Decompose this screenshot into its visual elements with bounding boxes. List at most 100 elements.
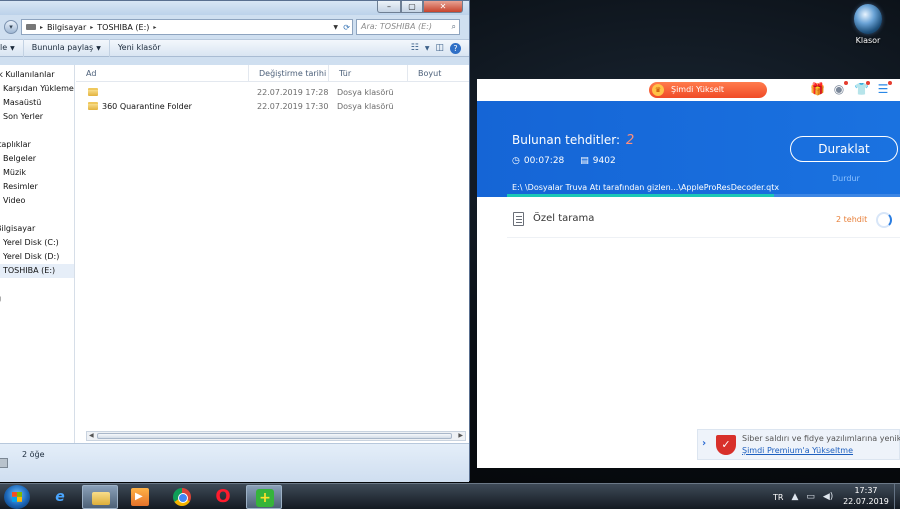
navigation-pane: ık KullanılanlarKarşıdan YüklemelerMasaü… bbox=[0, 65, 75, 443]
share-button[interactable]: Bununla paylaş ▼ bbox=[24, 39, 110, 57]
file-row[interactable]: 360 Quarantine Folder 22.07.2019 17:30 D… bbox=[76, 99, 469, 113]
taskbar-explorer[interactable] bbox=[82, 485, 118, 509]
file-row[interactable]: 22.07.2019 17:28 Dosya klasörü bbox=[76, 85, 469, 99]
scan-status-panel: Bulunan tehditler: 2 ◷ 00:07:28 ▤ 9402 Dura… bbox=[477, 101, 900, 197]
system-tray: TR ▲ ▭ ◀) bbox=[773, 484, 833, 509]
desktop-icon-klasor[interactable]: Klasor bbox=[846, 4, 890, 45]
start-button[interactable] bbox=[4, 485, 30, 509]
scrollbar-thumb[interactable] bbox=[97, 433, 452, 439]
organize-button[interactable]: le ▼ bbox=[0, 39, 24, 57]
address-dropdown-icon[interactable]: ▼ bbox=[333, 24, 338, 31]
nav-item[interactable]: Masaüstü bbox=[0, 96, 74, 110]
nav-item[interactable]: Karşıdan Yüklemeler bbox=[0, 82, 74, 96]
taskbar-opera[interactable]: O bbox=[205, 485, 241, 509]
crown-icon: ♛ bbox=[652, 84, 664, 96]
file-type: Dosya klasörü bbox=[337, 87, 394, 97]
nav-item[interactable]: Son Yerler bbox=[0, 110, 74, 124]
file-type: Dosya klasörü bbox=[337, 101, 394, 111]
new-folder-button[interactable]: Yeni klasör bbox=[110, 39, 169, 57]
preview-pane-icon[interactable]: ◫ bbox=[435, 43, 444, 53]
threats-found: Bulunan tehditler: 2 bbox=[512, 133, 634, 148]
nav-item[interactable]: Video bbox=[0, 194, 74, 208]
taskbar-ie[interactable]: e bbox=[42, 485, 78, 509]
column-size[interactable]: Boyut bbox=[408, 65, 468, 82]
breadcrumb-separator-icon[interactable]: ▸ bbox=[40, 24, 43, 31]
taskbar-360[interactable]: + bbox=[246, 485, 282, 509]
recent-pages-button[interactable]: ▾ bbox=[4, 20, 18, 34]
breadcrumb-toshiba[interactable]: TOSHIBA (E:) bbox=[97, 23, 149, 32]
nav-item[interactable]: Belgeler bbox=[0, 152, 74, 166]
nav-group[interactable]: ğ bbox=[0, 292, 74, 306]
view-options-icon[interactable]: ☷ bbox=[411, 43, 419, 53]
desktop-icon-label: Klasor bbox=[855, 36, 881, 45]
chevron-right-icon[interactable]: › bbox=[702, 438, 706, 449]
scan-item-row[interactable]: Özel tarama 2 tehdit bbox=[507, 206, 900, 238]
column-name[interactable]: Ad bbox=[76, 65, 249, 82]
upgrade-button[interactable]: ♛ Şimdi Yükselt bbox=[649, 82, 767, 98]
globe-folder-icon bbox=[854, 4, 882, 34]
maximize-button[interactable]: ▢ bbox=[401, 1, 423, 13]
column-date[interactable]: Değiştirme tarihi bbox=[249, 65, 329, 82]
clock-icon: ◷ bbox=[512, 156, 520, 166]
command-bar: le ▼ Bununla paylaş ▼ Yeni klasör ☷ ▼ ◫ ? bbox=[0, 39, 469, 57]
address-bar[interactable]: ▸ Bilgisayar ▸ TOSHIBA (E:) ▸ ▼ ⟳ bbox=[21, 19, 353, 35]
nav-group[interactable]: itaplıklar bbox=[0, 138, 74, 152]
skin-icon[interactable]: 👕 bbox=[854, 81, 870, 96]
folder-icon bbox=[88, 88, 98, 96]
menu-icon[interactable]: ☰ bbox=[876, 81, 892, 96]
minimize-button[interactable]: – bbox=[377, 1, 401, 13]
address-row: ▾ ▸ Bilgisayar ▸ TOSHIBA (E:) ▸ ▼ ⟳ Ara:… bbox=[0, 15, 469, 39]
scanned-count: ▤ 9402 bbox=[580, 156, 616, 166]
nav-item[interactable]: TOSHIBA (E:) bbox=[0, 264, 74, 278]
premium-upgrade-link[interactable]: Şimdi Premium'a Yükseltme bbox=[742, 446, 853, 455]
scroll-right-icon[interactable]: ▶ bbox=[458, 432, 463, 439]
scroll-left-icon[interactable]: ◀ bbox=[89, 432, 94, 439]
details-pane: 2 öğe bbox=[0, 443, 469, 482]
refresh-icon[interactable]: ⟳ bbox=[343, 23, 350, 32]
search-input[interactable]: Ara: TOSHIBA (E:) ⌕ bbox=[356, 19, 460, 35]
file-list: Ad Değiştirme tarihi Tür Boyut 22.07.201… bbox=[76, 65, 469, 443]
premium-notice[interactable]: › ✓ Siber saldırı ve fidye yazılımlarına… bbox=[697, 429, 900, 460]
language-indicator[interactable]: TR bbox=[773, 493, 783, 502]
notice-text: Siber saldırı ve fidye yazılımlarına yen… bbox=[742, 434, 900, 443]
drive-icon bbox=[26, 24, 36, 30]
nav-group[interactable]: Bilgisayar bbox=[0, 222, 74, 236]
search-icon[interactable]: ⌕ bbox=[452, 20, 456, 34]
gift-icon[interactable]: 🎁 bbox=[810, 82, 825, 96]
network-icon[interactable]: ▭ bbox=[806, 492, 815, 502]
scan-item-threats: 2 tehdit bbox=[836, 215, 868, 224]
taskbar-chrome[interactable] bbox=[164, 485, 200, 509]
drive-icon bbox=[0, 458, 8, 468]
pause-button[interactable]: Duraklat bbox=[790, 136, 898, 162]
explorer-titlebar[interactable]: – ▢ ✕ bbox=[0, 1, 469, 15]
threats-found-count: 2 bbox=[626, 133, 635, 148]
taskbar: e O + TR ▲ ▭ ◀) 17:37 22.07.2019 bbox=[0, 483, 900, 509]
file-date: 22.07.2019 17:30 bbox=[257, 101, 329, 111]
stop-link[interactable]: Durdur bbox=[832, 174, 860, 183]
volume-icon[interactable]: ◀) bbox=[823, 492, 833, 502]
taskbar-media[interactable] bbox=[122, 485, 158, 509]
breadcrumb-computer[interactable]: Bilgisayar bbox=[47, 23, 86, 32]
360-security-icon: + bbox=[256, 489, 274, 507]
nav-item[interactable]: Müzik bbox=[0, 166, 74, 180]
clock[interactable]: 17:37 22.07.2019 bbox=[842, 485, 890, 507]
media-player-icon bbox=[131, 488, 149, 506]
view-dropdown-icon[interactable]: ▼ bbox=[425, 45, 430, 52]
nav-item[interactable]: Resimler bbox=[0, 180, 74, 194]
user-icon[interactable]: ◉ bbox=[832, 81, 848, 96]
show-hidden-icons-icon[interactable]: ▲ bbox=[791, 492, 798, 502]
explorer-window: – ▢ ✕ ▾ ▸ Bilgisayar ▸ TOSHIBA (E:) ▸ ▼ … bbox=[0, 0, 470, 482]
column-type[interactable]: Tür bbox=[329, 65, 408, 82]
nav-item[interactable]: Yerel Disk (C:) bbox=[0, 236, 74, 250]
nav-group[interactable]: ık Kullanılanlar bbox=[0, 68, 74, 82]
column-header: Ad Değiştirme tarihi Tür Boyut bbox=[76, 65, 469, 82]
close-button[interactable]: ✕ bbox=[423, 1, 463, 13]
help-icon[interactable]: ? bbox=[450, 42, 461, 54]
breadcrumb-separator-icon[interactable]: ▸ bbox=[153, 24, 156, 31]
nav-item[interactable]: Yerel Disk (D:) bbox=[0, 250, 74, 264]
horizontal-scrollbar[interactable]: ◀ ▶ bbox=[86, 431, 466, 441]
breadcrumb-separator-icon[interactable]: ▸ bbox=[90, 24, 93, 31]
show-desktop-button[interactable] bbox=[894, 484, 900, 509]
loading-spinner-icon bbox=[876, 212, 892, 228]
